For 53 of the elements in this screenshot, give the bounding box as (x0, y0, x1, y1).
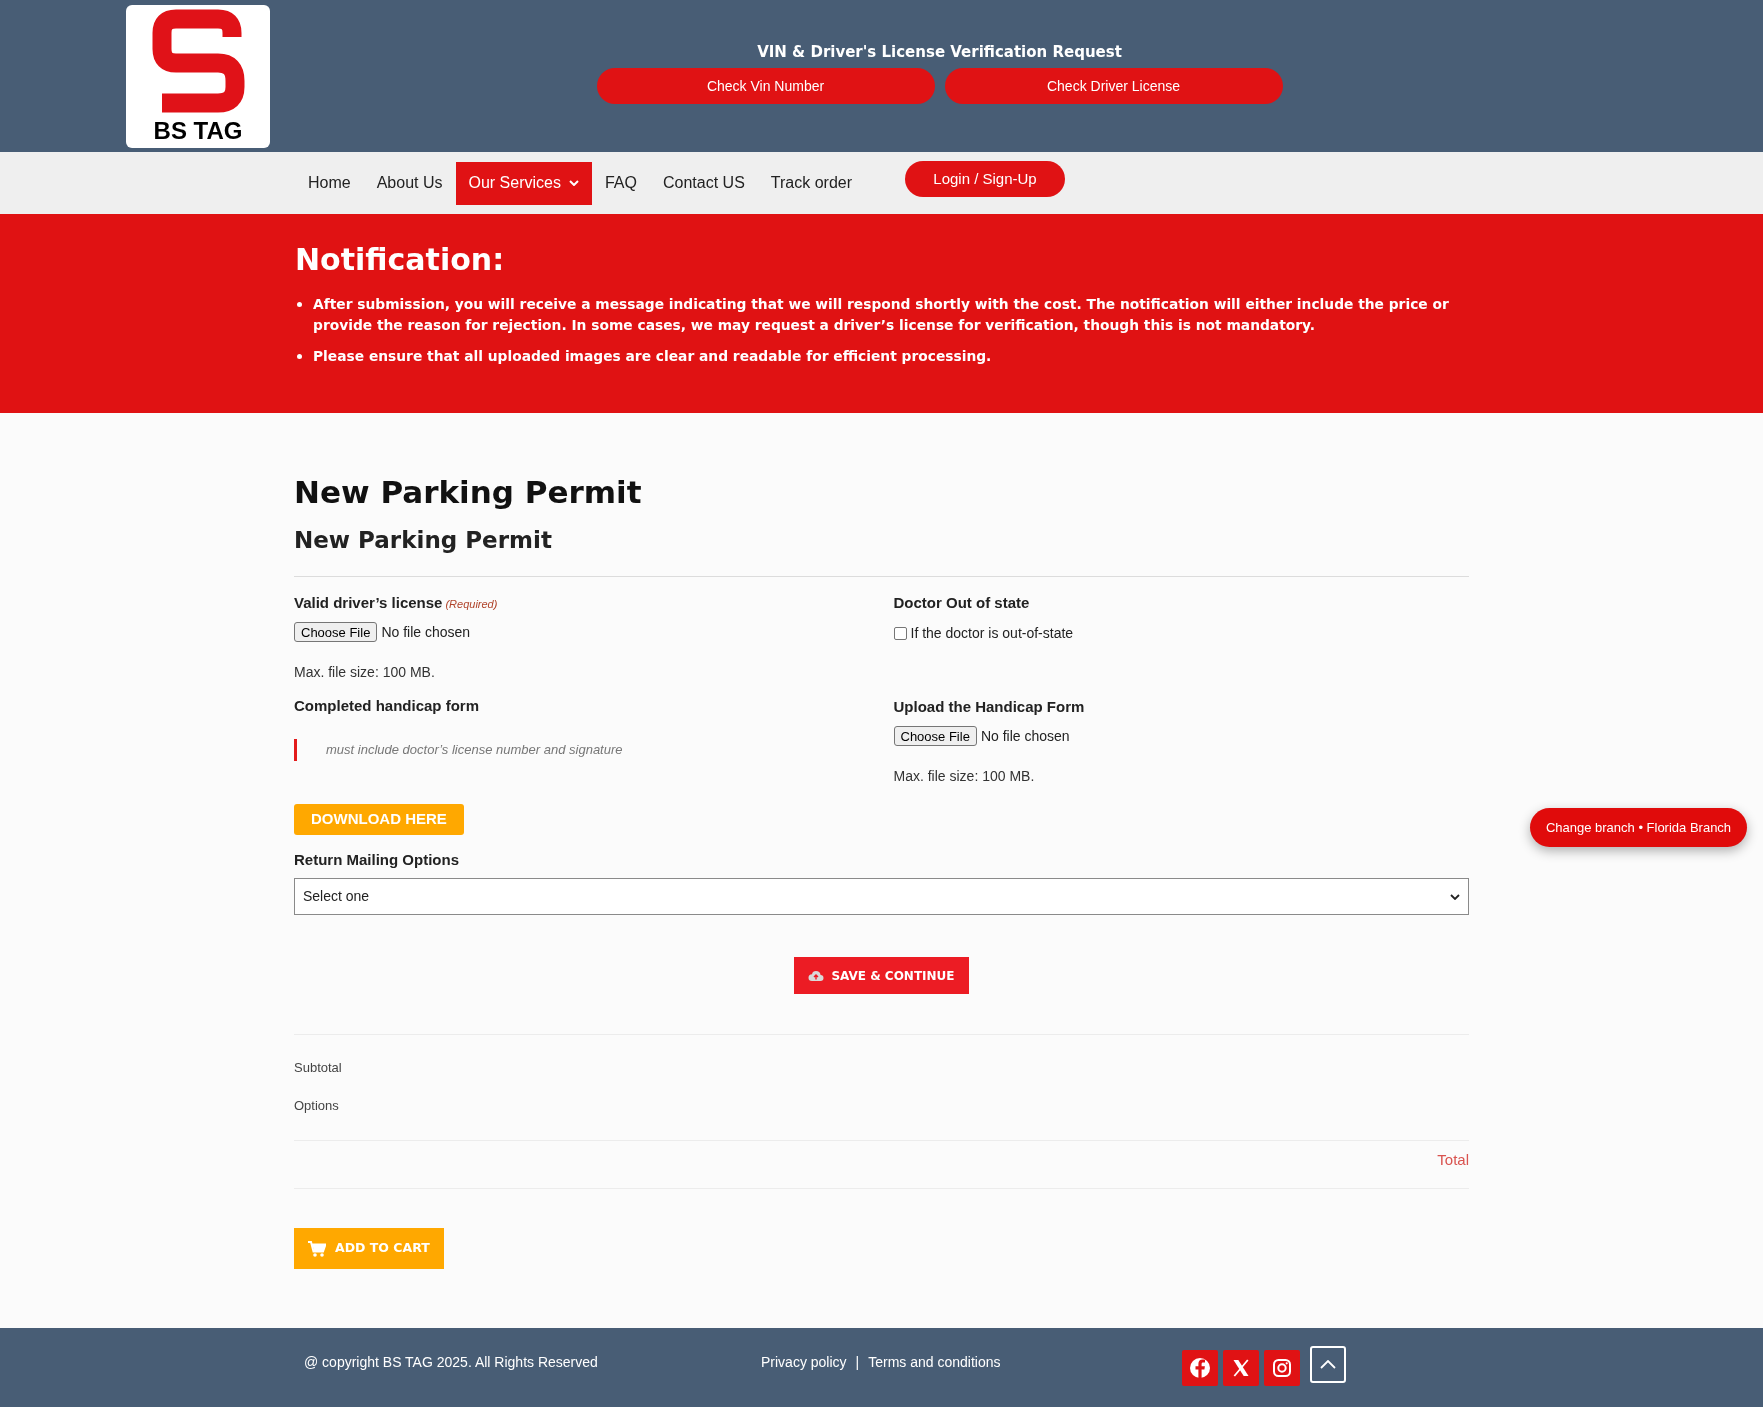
file-size-hint: Max. file size: 100 MB. (893, 767, 1035, 786)
summary-label: Subtotal (294, 1059, 342, 1077)
notification-title: Notification: (295, 241, 505, 279)
file-size-hint: Max. file size: 100 MB. (294, 663, 435, 682)
summary-label: Options (294, 1097, 339, 1115)
header-title: VIN & Driver's License Verification Request (757, 42, 1122, 62)
nav-item[interactable]: Track order (757, 161, 865, 205)
save-continue-button[interactable]: SAVE & CONTINUE (794, 957, 969, 994)
logo[interactable]: BS TAG (126, 5, 270, 148)
footer-link[interactable]: Privacy policy (761, 1352, 847, 1373)
quote-text: must include doctor’s license number and signature (294, 739, 623, 761)
total-label: Total (1437, 1150, 1469, 1170)
choose-file-button[interactable]: Choose File (294, 622, 378, 642)
x-logo-icon[interactable] (1223, 1349, 1259, 1386)
file-status-text: No file chosen (381, 623, 471, 642)
logo-icon (151, 9, 245, 113)
bullet-icon (297, 354, 302, 359)
nav-item[interactable]: Our Services (455, 161, 592, 205)
bullet-icon (297, 302, 302, 307)
facebook-icon[interactable] (1182, 1349, 1218, 1386)
field-label: Doctor Out of state (893, 593, 1030, 613)
select-field[interactable]: Select one (294, 878, 1469, 915)
file-status-text: No file chosen (980, 727, 1070, 746)
cloud-upload-icon (808, 969, 825, 982)
nav-item[interactable]: FAQ (591, 161, 650, 205)
nav-item[interactable]: About Us (363, 161, 456, 205)
cart-icon (308, 1240, 326, 1257)
notification-text: Please ensure that all uploaded images are clear and readable for efficient processing. (313, 347, 992, 366)
change-branch-button[interactable]: Change branch • Florida Branch (1530, 808, 1747, 847)
field-label: Return Mailing Options (294, 850, 459, 870)
footer-link[interactable]: Terms and conditions (868, 1352, 1001, 1373)
checkbox[interactable] (893, 626, 907, 640)
copyright-text: @ copyright BS TAG 2025. All Rights Reserved (304, 1354, 598, 1370)
nav-item[interactable]: Contact US (650, 161, 758, 205)
chevron-up-icon (1320, 1360, 1336, 1369)
field-label: Valid driver’s license (294, 593, 443, 613)
link-separator: | (855, 1353, 860, 1372)
notification-text: After submission, you will receive a message indicating that we will respond shortly with the cost. The notification will either include the price or provide the reason for rejection. In some cases, we may request a driver’s license for verification, though this is not mandatory. (313, 295, 1450, 335)
field-label: Upload the Handicap Form (893, 697, 1085, 717)
checkbox-label: If the doctor is out-of-state (910, 624, 1074, 643)
logo-text: BS TAG (153, 119, 243, 143)
scroll-to-top-button[interactable] (1310, 1346, 1346, 1383)
choose-file-button[interactable]: Choose File (893, 726, 977, 746)
chevron-down-icon (1450, 893, 1460, 900)
header-button[interactable]: Check Vin Number (596, 68, 935, 104)
instagram-icon[interactable] (1264, 1349, 1300, 1386)
login-button[interactable]: Login / Sign-Up (905, 161, 1065, 197)
required-note: (Required) (445, 597, 498, 612)
header-button[interactable]: Check Driver License (944, 68, 1283, 104)
nav-item[interactable]: Home (295, 161, 364, 205)
field-label: Completed handicap form (294, 696, 480, 716)
form-title: New Parking Permit (294, 526, 552, 555)
page-title: New Parking Permit (294, 473, 642, 512)
